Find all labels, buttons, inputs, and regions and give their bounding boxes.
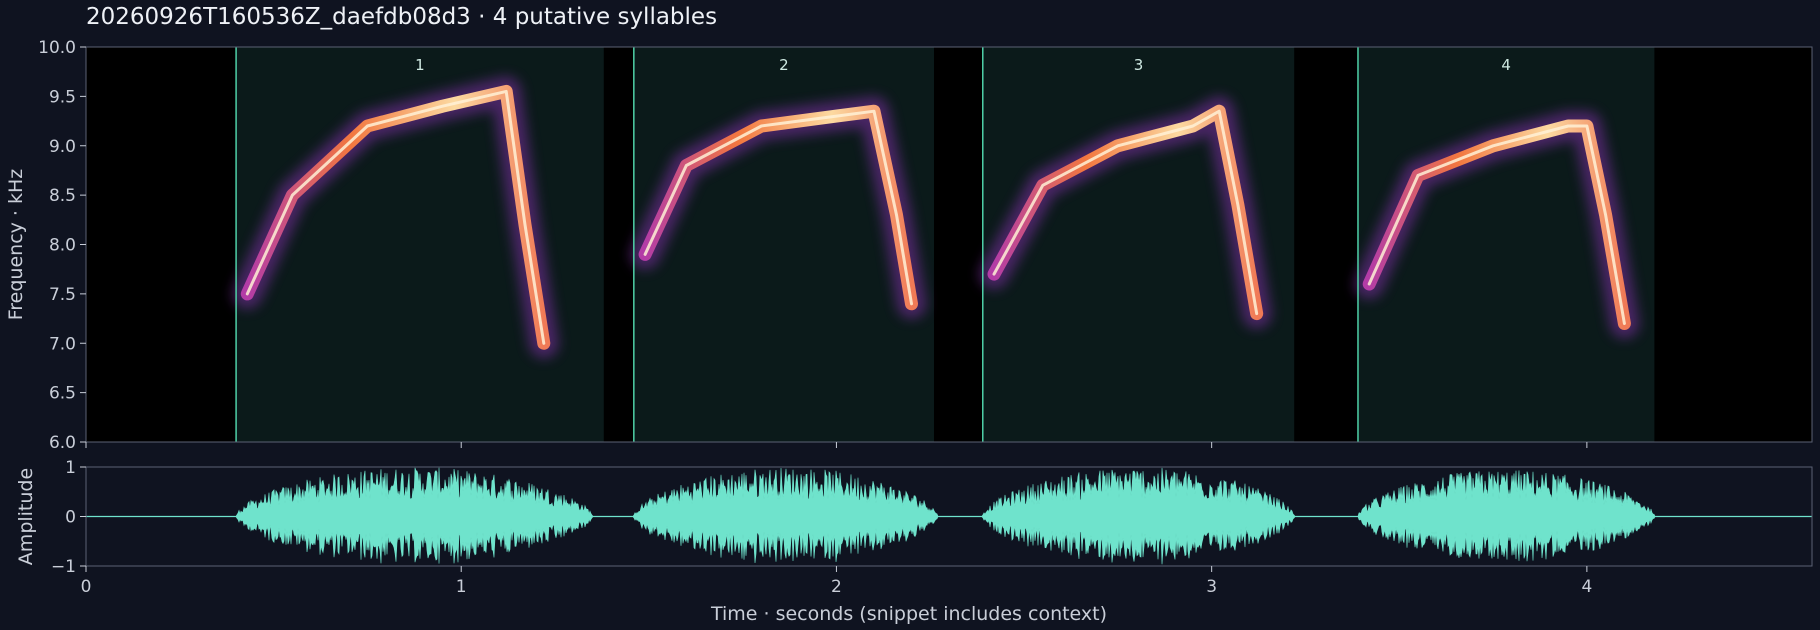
amplitude-axis-ticks: −1 0 1 bbox=[51, 458, 86, 577]
frequency-tick-label: 7.5 bbox=[49, 285, 76, 305]
frequency-axis-ticks: 6.0 6.5 7.0 7.5 8.0 8.5 9.0 9.5 10.0 bbox=[38, 38, 86, 453]
spectrogram-panel: 1 2 3 4 6.0 6.5 7.0 7.5 8.0 8.5 9.0 9.5 10.0 Freque… bbox=[5, 38, 1813, 453]
spectrogram-x-ticks bbox=[85, 442, 1588, 448]
time-tick-label: 1 bbox=[456, 577, 467, 597]
time-tick-label: 2 bbox=[831, 577, 842, 597]
frequency-tick-label: 10.0 bbox=[38, 38, 76, 58]
frequency-axis-label: Frequency · kHz bbox=[5, 169, 27, 321]
frequency-tick-label: 8.0 bbox=[49, 236, 76, 256]
frequency-tick-label: 9.0 bbox=[49, 137, 76, 157]
time-tick-label: 4 bbox=[1581, 577, 1592, 597]
spectrogram-figure: 20260926T160536Z_daefdb08d3 · 4 putative… bbox=[5, 4, 1813, 625]
time-tick-label: 3 bbox=[1206, 577, 1217, 597]
time-axis-label: Time · seconds (snippet includes context… bbox=[710, 603, 1107, 625]
frequency-tick-label: 9.5 bbox=[49, 87, 76, 107]
figure-title: 20260926T160536Z_daefdb08d3 · 4 putative… bbox=[86, 4, 717, 30]
time-tick-label: 0 bbox=[81, 577, 92, 597]
frequency-tick-label: 6.5 bbox=[49, 384, 76, 404]
syllable-number-label: 4 bbox=[1501, 56, 1511, 74]
frequency-tick-label: 6.0 bbox=[49, 433, 76, 453]
amplitude-tick-label: 0 bbox=[65, 508, 76, 528]
amplitude-tick-label: 1 bbox=[65, 458, 76, 478]
syllable-number-label: 1 bbox=[415, 56, 425, 74]
amplitude-tick-label: −1 bbox=[51, 557, 76, 577]
syllable-number-label: 3 bbox=[1134, 56, 1144, 74]
amplitude-axis-label: Amplitude bbox=[15, 468, 37, 565]
frequency-tick-label: 8.5 bbox=[49, 186, 76, 206]
waveform-panel: −101 01234 Amplitude Time · seconds (sni… bbox=[15, 458, 1813, 625]
frequency-tick-label: 7.0 bbox=[49, 334, 76, 354]
time-axis-ticks: 0 1 2 3 4 bbox=[81, 566, 1592, 597]
syllable-number-label: 2 bbox=[779, 56, 789, 74]
